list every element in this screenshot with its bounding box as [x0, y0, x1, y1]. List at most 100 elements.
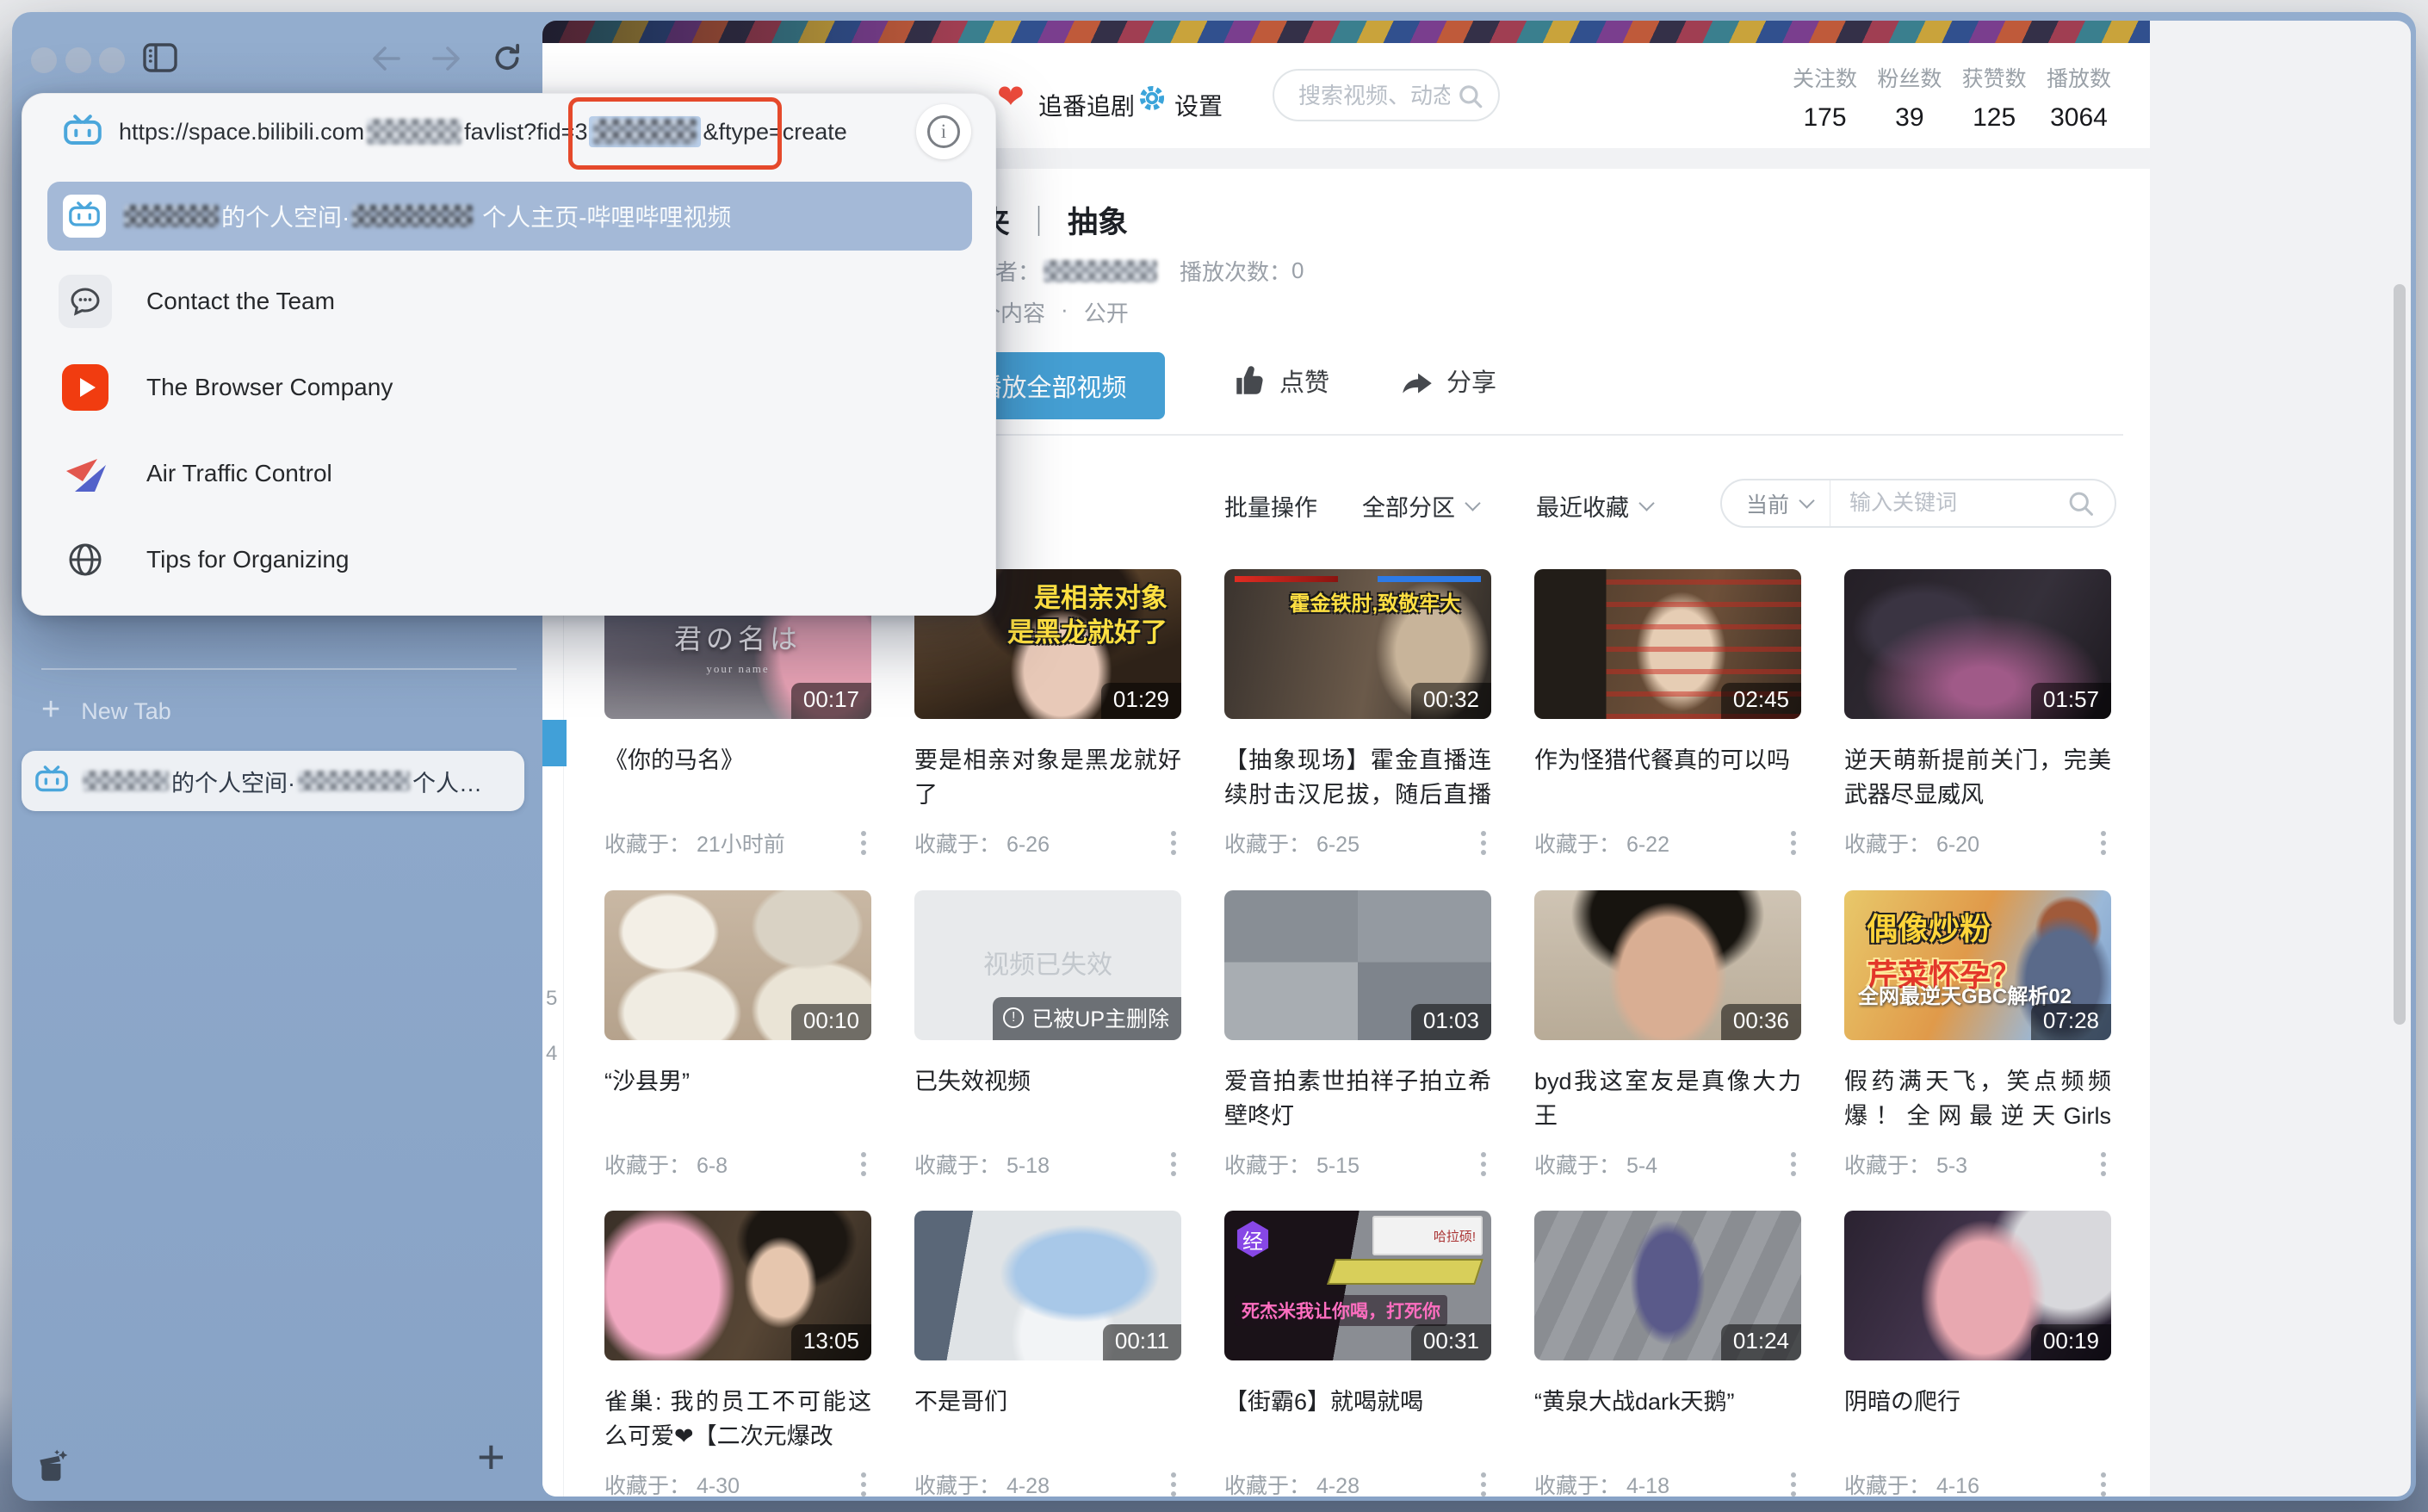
video-title[interactable]: 阴暗の爬行	[1844, 1385, 2111, 1419]
minimize-window-button[interactable]	[65, 47, 91, 73]
card-menu-button[interactable]	[856, 1469, 871, 1497]
video-thumbnail[interactable]: 偶像炒粉芹菜怀孕？全网最逆天GBC解析0207:28	[1844, 890, 2111, 1040]
like-button[interactable]: 点赞	[1231, 362, 1329, 400]
new-tab-button[interactable]: + New Tab	[41, 687, 517, 735]
video-card[interactable]: 经哈拉硕!死杰米我让你喝，打死你00:31【街霸6】就喝就喝收藏于： 4-28	[1224, 1211, 1491, 1419]
search-icon[interactable]	[2066, 489, 2096, 518]
video-thumbnail[interactable]: 00:19	[1844, 1211, 2111, 1360]
batch-action-button[interactable]: 批量操作	[1224, 489, 1317, 523]
stat-column[interactable]: 播放数3064	[2047, 62, 2111, 133]
video-thumbnail[interactable]: 00:36	[1534, 890, 1801, 1040]
video-card[interactable]: 00:11不是哥们收藏于： 4-28	[914, 1211, 1181, 1419]
sidebar-toggle-icon[interactable]	[143, 43, 177, 77]
active-tab[interactable]: 的个人空间· 个人…	[22, 751, 524, 811]
stat-column[interactable]: 关注数175	[1793, 62, 1857, 133]
card-menu-button[interactable]	[1786, 827, 1801, 858]
card-menu-button[interactable]	[1786, 1469, 1801, 1497]
menu-item-contact-the-team[interactable]: Contact the Team	[22, 257, 995, 345]
video-thumbnail[interactable]: 01:57	[1844, 569, 2111, 719]
video-thumbnail[interactable]: 霍金铁肘,致敬牢大00:32	[1224, 569, 1491, 719]
card-menu-button[interactable]	[2096, 1149, 2111, 1180]
zoom-window-button[interactable]	[99, 47, 125, 73]
card-menu-button[interactable]	[1476, 827, 1491, 858]
category-dropdown[interactable]: 全部分区	[1362, 489, 1478, 523]
video-title[interactable]: 【街霸6】就喝就喝	[1224, 1385, 1491, 1419]
video-title[interactable]: 作为怪猎代餐真的可以吗	[1534, 743, 1801, 778]
video-thumbnail[interactable]: 13:05	[604, 1211, 871, 1360]
share-button[interactable]: 分享	[1398, 362, 1496, 400]
url-suggestion-row[interactable]: 的个人空间· 个人主页-哔哩哔哩视频	[47, 182, 972, 251]
video-title[interactable]: 已失效视频	[914, 1064, 1181, 1099]
video-title[interactable]: “沙县男”	[604, 1064, 871, 1099]
video-title[interactable]: 不是哥们	[914, 1385, 1181, 1419]
card-menu-button[interactable]	[2096, 827, 2111, 858]
video-title[interactable]: 爱音拍素世拍祥子拍立希壁咚灯	[1224, 1064, 1491, 1133]
video-card[interactable]: 13:05雀巢: 我的员工不可能这么可爱❤【二次元爆改收藏于： 4-30	[604, 1211, 871, 1453]
video-thumbnail[interactable]: 01:03	[1224, 890, 1491, 1040]
video-card[interactable]: 00:19阴暗の爬行收藏于： 4-16	[1844, 1211, 2111, 1419]
card-menu-button[interactable]	[2096, 1469, 2111, 1497]
stat-column[interactable]: 粉丝数39	[1877, 62, 1942, 133]
sort-dropdown[interactable]: 最近收藏	[1536, 489, 1652, 523]
video-thumbnail[interactable]: 01:24	[1534, 1211, 1801, 1360]
keyword-input[interactable]	[1830, 490, 2066, 517]
title-divider: ｜	[1024, 198, 1054, 242]
menu-item-air-traffic-control[interactable]: Air Traffic Control	[22, 430, 995, 517]
video-title[interactable]: 【抽象现场】霍金直播连续肘击汉尼拔，随后直播间被封	[1224, 743, 1491, 814]
video-card[interactable]: 01:03爱音拍素世拍祥子拍立希壁咚灯收藏于： 5-15	[1224, 890, 1491, 1133]
card-menu-button[interactable]	[1476, 1149, 1491, 1180]
video-title[interactable]: “黄泉大战dark天鹅”	[1534, 1385, 1801, 1419]
site-search-input[interactable]	[1297, 74, 1452, 117]
site-search-box[interactable]	[1273, 69, 1500, 121]
video-card[interactable]: 01:24“黄泉大战dark天鹅”收藏于： 4-18	[1534, 1211, 1801, 1419]
page-scrollbar[interactable]	[2394, 284, 2406, 1025]
close-window-button[interactable]	[31, 47, 57, 73]
card-menu-button[interactable]	[1166, 1149, 1181, 1180]
settings-link[interactable]: 设置	[1174, 88, 1223, 122]
video-title[interactable]: byd我这室友是真像大力王	[1534, 1064, 1801, 1133]
card-menu-button[interactable]	[856, 1149, 871, 1180]
video-card[interactable]: 00:36byd我这室友是真像大力王收藏于： 5-4	[1534, 890, 1801, 1133]
video-title[interactable]: 要是相亲对象是黑龙就好了	[914, 743, 1181, 812]
video-title[interactable]: 《你的马名》	[604, 743, 871, 778]
card-menu-button[interactable]	[1166, 1469, 1181, 1497]
video-thumbnail[interactable]: 视频已失效!已被UP主删除	[914, 890, 1181, 1040]
video-card[interactable]: 偶像炒粉芹菜怀孕？全网最逆天GBC解析0207:28 假药满天飞，笑点频频爆！全网…	[1844, 890, 2111, 1135]
search-scope-dropdown[interactable]: 当前	[1722, 488, 1830, 519]
video-title[interactable]: 逆天萌新提前关门，完美武器尽显威风	[1844, 743, 2111, 812]
video-thumbnail[interactable]: 02:45	[1534, 569, 1801, 719]
fav-row: 收藏于： 4-28	[1224, 1469, 1491, 1497]
video-card[interactable]: 02:45作为怪猎代餐真的可以吗收藏于： 6-22	[1534, 569, 1801, 778]
video-card[interactable]: 00:10“沙县男”收藏于： 6-8	[604, 890, 871, 1099]
video-card[interactable]: 霍金铁肘,致敬牢大00:32【抽象现场】霍金直播连续肘击汉尼拔，随后直播间被封收…	[1224, 569, 1491, 814]
fav-row: 收藏于： 21小时前	[604, 827, 871, 858]
thumb-overlay-text: your name	[604, 662, 871, 676]
video-thumbnail[interactable]: 00:11	[914, 1211, 1181, 1360]
video-thumbnail[interactable]: 00:10	[604, 890, 871, 1040]
url-row[interactable]: https://space.bilibili.com favlist?fid=3…	[22, 94, 995, 170]
speech-bubble-icon	[57, 275, 114, 328]
video-card[interactable]: 视频已失效!已被UP主删除已失效视频收藏于： 5-18	[914, 890, 1181, 1099]
video-thumbnail[interactable]: 经哈拉硕!死杰米我让你喝，打死你00:31	[1224, 1211, 1491, 1360]
thumb-overlay-text: 哈拉硕!	[1372, 1216, 1483, 1255]
card-menu-button[interactable]	[1476, 1469, 1491, 1497]
card-menu-button[interactable]	[1786, 1149, 1801, 1180]
video-title[interactable]: 假药满天飞，笑点频频爆！全网最逆天Girls Band Cry解析	[1844, 1064, 2111, 1135]
video-title[interactable]: 雀巢: 我的员工不可能这么可爱❤【二次元爆改	[604, 1385, 871, 1453]
add-space-button[interactable]: +	[477, 1433, 505, 1481]
card-menu-button[interactable]	[856, 827, 871, 858]
card-menu-button[interactable]	[1166, 827, 1181, 858]
thumbs-up-icon	[1231, 362, 1269, 400]
library-icon[interactable]	[34, 1448, 71, 1489]
info-button[interactable]: i	[916, 104, 971, 159]
stat-column[interactable]: 获赞数125	[1962, 62, 2027, 133]
video-card[interactable]: 01:57逆天萌新提前关门，完美武器尽显威风收藏于： 6-20	[1844, 569, 2111, 812]
back-button[interactable]	[370, 44, 403, 77]
bangumi-link[interactable]: 追番追剧	[1038, 88, 1135, 122]
menu-item-tips-for-organizing[interactable]: Tips for Organizing	[22, 516, 995, 604]
menu-item-the-browser-company[interactable]: The Browser Company	[22, 344, 995, 431]
gear-icon[interactable]	[1137, 83, 1168, 118]
reload-button[interactable]	[491, 41, 523, 78]
forward-button[interactable]	[430, 44, 462, 77]
search-icon[interactable]	[1457, 83, 1484, 115]
